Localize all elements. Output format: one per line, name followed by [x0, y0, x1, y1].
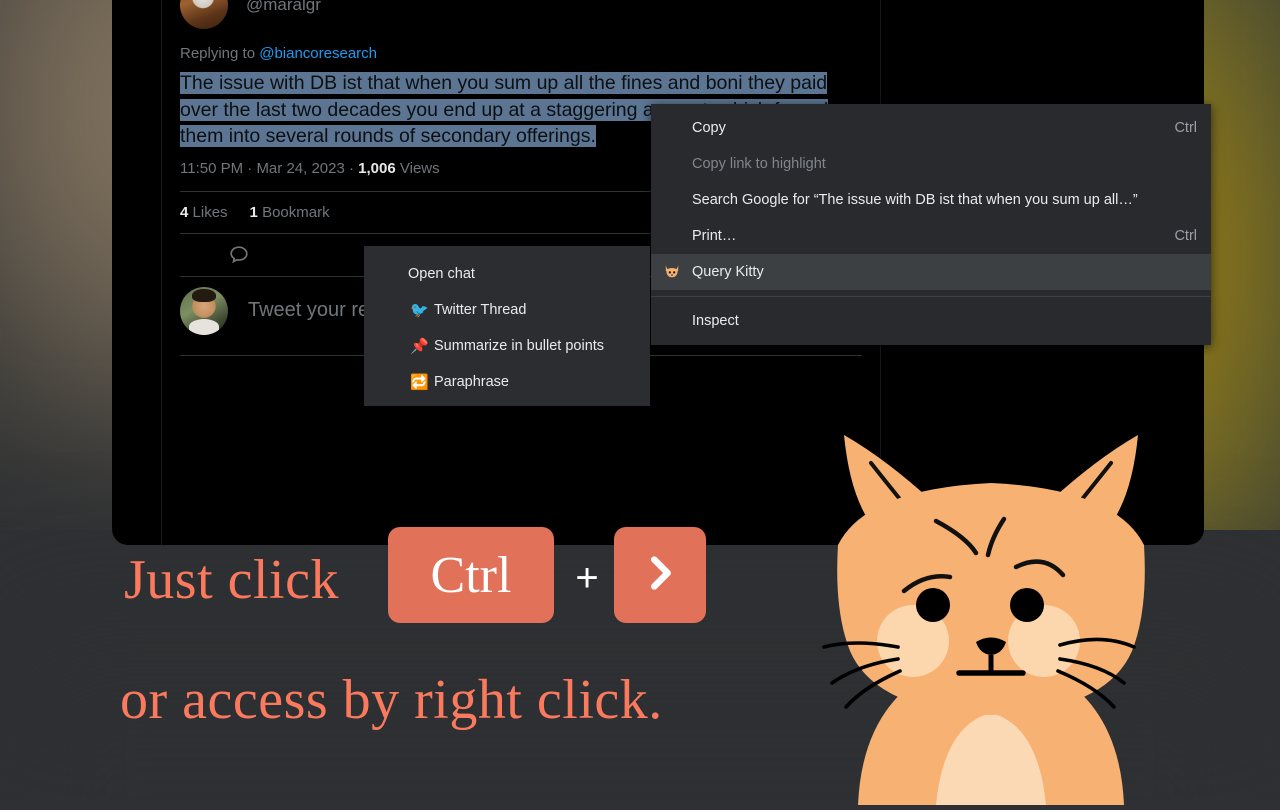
context-menu-item-inspect[interactable]: Inspect: [651, 303, 1211, 339]
key-ctrl-badge: Ctrl: [388, 527, 554, 623]
context-menu-item-copy-link-to-highlight[interactable]: Copy link to highlight: [651, 146, 1211, 182]
likes-stat[interactable]: 4 Likes: [180, 204, 228, 221]
key-chevron-badge: [614, 527, 706, 623]
kitty-icon: [663, 263, 681, 281]
context-menu-item-label: Copy link to highlight: [692, 156, 826, 172]
kitty-mascot-illustration: [816, 425, 1166, 805]
pushpin-icon: 📌: [410, 338, 429, 355]
current-user-avatar[interactable]: [180, 286, 228, 335]
bookmark-label: Bookmark: [262, 203, 330, 221]
bookmark-count: 1: [249, 203, 258, 221]
replying-to-label: Replying to: [180, 45, 256, 62]
extension-quick-actions-menu[interactable]: Open chat 🐦 Twitter Thread 📌 Summarize i…: [364, 246, 650, 406]
context-menu-shortcut: Ctrl: [1174, 120, 1197, 136]
caption-line-2: or access by right click.: [120, 669, 663, 731]
repeat-icon: 🔁: [410, 374, 429, 391]
context-menu-item-label: Copy: [692, 120, 726, 136]
tweet-author-row: @maralgr: [162, 0, 880, 29]
submenu-item-paraphrase[interactable]: 🔁 Paraphrase: [364, 364, 650, 400]
twitter-bird-icon: 🐦: [410, 302, 429, 319]
tweet-time: 11:50 PM: [180, 159, 244, 177]
bookmarks-stat[interactable]: 1 Bookmark: [250, 204, 330, 221]
context-menu-item-label: Inspect: [692, 313, 739, 329]
submenu-item-label: Open chat: [408, 266, 475, 282]
context-menu-item-search-google[interactable]: Search Google for “The issue with DB ist…: [651, 182, 1211, 218]
browser-context-menu[interactable]: Copy Ctrl Copy link to highlight Search …: [651, 104, 1211, 345]
submenu-item-twitter-thread[interactable]: 🐦 Twitter Thread: [364, 292, 650, 328]
context-menu-item-query-kitty[interactable]: Query Kitty: [651, 254, 1211, 290]
context-menu-item-print[interactable]: Print… Ctrl: [651, 218, 1211, 254]
caption-line-1: Just click: [124, 549, 339, 611]
submenu-item-summarize-bullets[interactable]: 📌 Summarize in bullet points: [364, 328, 650, 364]
meta-dot-2: ·: [349, 159, 359, 177]
context-menu-separator: [651, 296, 1211, 297]
context-menu-item-copy[interactable]: Copy Ctrl: [651, 110, 1211, 146]
submenu-item-open-chat[interactable]: Open chat: [364, 256, 650, 292]
replying-to-handle-link[interactable]: @biancoresearch: [259, 45, 377, 62]
likes-label: Likes: [192, 203, 228, 221]
submenu-item-label: Summarize in bullet points: [434, 338, 605, 354]
replying-to-row: Replying to @biancoresearch: [162, 44, 880, 64]
avatar[interactable]: [180, 0, 228, 29]
context-menu-item-label: Query Kitty: [692, 264, 764, 280]
context-menu-shortcut: Ctrl: [1174, 228, 1197, 244]
views-label: Views: [399, 159, 440, 177]
context-menu-item-label: Print…: [692, 228, 737, 244]
likes-count: 4: [180, 203, 189, 221]
submenu-item-label: Twitter Thread: [434, 302, 527, 318]
context-menu-item-label: Search Google for “The issue with DB ist…: [692, 192, 1138, 208]
submenu-item-label: Paraphrase: [434, 374, 509, 390]
comment-icon[interactable]: [228, 244, 250, 266]
chevron-right-icon: [637, 550, 683, 601]
tweet-date: Mar 24, 2023: [256, 159, 345, 177]
key-plus-sign: +: [575, 556, 599, 600]
author-handle[interactable]: @maralgr: [246, 0, 321, 15]
views-count: 1,006: [358, 159, 396, 177]
